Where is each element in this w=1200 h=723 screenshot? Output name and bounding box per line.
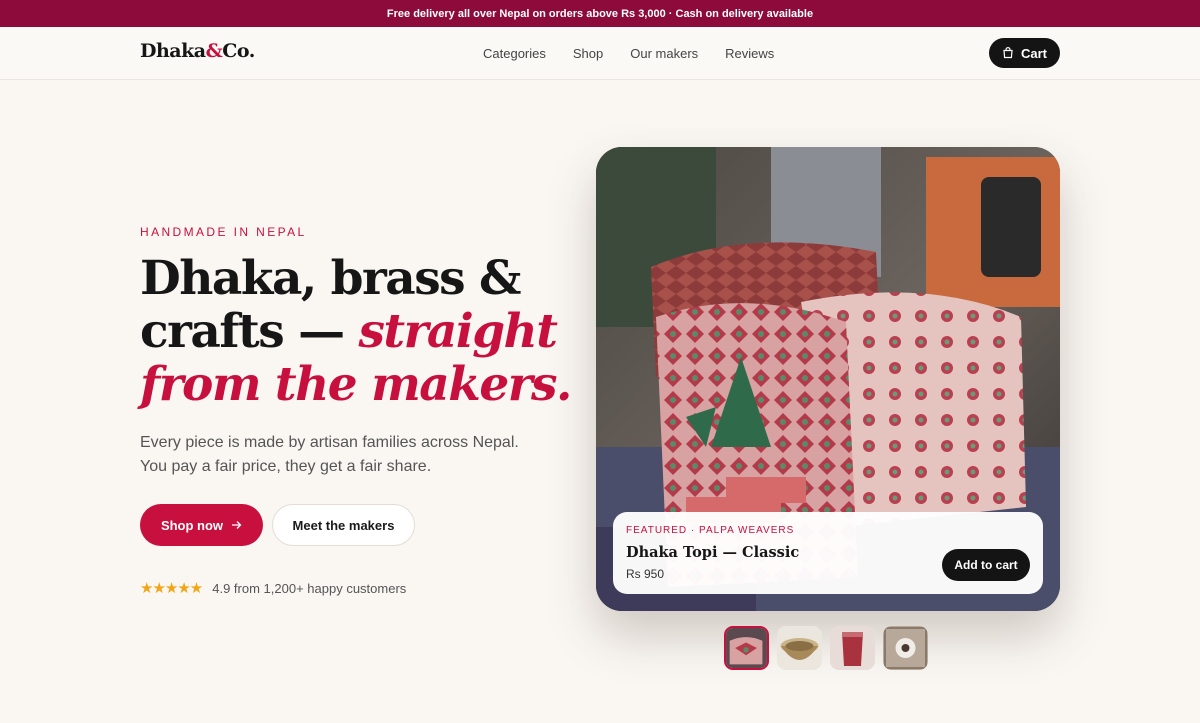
- headline-line-2: crafts —: [140, 304, 359, 359]
- featured-tag: FEATURED · PALPA WEAVERS: [626, 525, 795, 536]
- shop-now-label: Shop now: [160, 517, 224, 533]
- logo-text-1: Dhaka: [140, 40, 206, 62]
- logo-ampersand: &: [205, 40, 223, 62]
- hero-description: Every piece is made by artisan families …: [140, 434, 519, 475]
- cart-label: Cart: [1020, 45, 1047, 61]
- promo-bar: Free delivery all over Nepal on orders a…: [0, 0, 1200, 27]
- headline-accent-1: straight: [358, 304, 558, 359]
- logo-text-2: Co.: [222, 40, 255, 62]
- nav-link-shop[interactable]: Shop: [573, 46, 603, 61]
- product-price: Rs 950: [626, 567, 665, 581]
- product-name: Dhaka Topi — Classic: [626, 544, 800, 561]
- add-to-cart-button[interactable]: Add to cart: [942, 549, 1030, 581]
- brand-logo[interactable]: Dhaka&Co.: [140, 40, 255, 62]
- meet-makers-button[interactable]: Meet the makers: [272, 504, 415, 546]
- rating-text: 4.9 from 1,200+ happy customers: [212, 580, 407, 596]
- meet-makers-label: Meet the makers: [292, 517, 395, 533]
- nav-link-reviews[interactable]: Reviews: [725, 46, 774, 61]
- promo-text: Free delivery all over Nepal on orders a…: [386, 7, 814, 20]
- thumbnail-dhaka-topi[interactable]: [724, 626, 769, 670]
- headline-line-1: Dhaka, brass &: [140, 251, 521, 306]
- cart-button[interactable]: Cart: [989, 38, 1060, 68]
- thumbnail-brass-bowl[interactable]: [777, 626, 822, 670]
- nav-link-our-makers[interactable]: Our makers: [630, 46, 698, 61]
- shop-now-button[interactable]: Shop now: [140, 504, 263, 546]
- thumbnail-carved-panel[interactable]: [883, 626, 928, 670]
- headline-accent-2: from the makers.: [140, 357, 572, 412]
- hero-headline: Dhaka, brass & crafts — straight from th…: [140, 252, 600, 411]
- main-menu: Categories Shop Our makers Reviews: [483, 46, 801, 61]
- bag-icon: [1003, 47, 1013, 59]
- nav-link-categories[interactable]: Categories: [483, 46, 546, 61]
- hero-eyebrow: HANDMADE IN NEPAL: [140, 225, 307, 239]
- star-rating-icon: ★★★★★: [140, 580, 203, 597]
- customer-rating: ★★★★★ 4.9 from 1,200+ happy customers: [140, 579, 406, 597]
- thumbnail-red-glass[interactable]: [830, 626, 875, 670]
- top-nav: Dhaka&Co. Categories Shop Our makers Rev…: [0, 27, 1200, 80]
- featured-product-card: FEATURED · PALPA WEAVERS Dhaka Topi — Cl…: [613, 512, 1043, 594]
- arrow-right-icon: [232, 521, 242, 529]
- thumbnail-strip: [724, 626, 928, 670]
